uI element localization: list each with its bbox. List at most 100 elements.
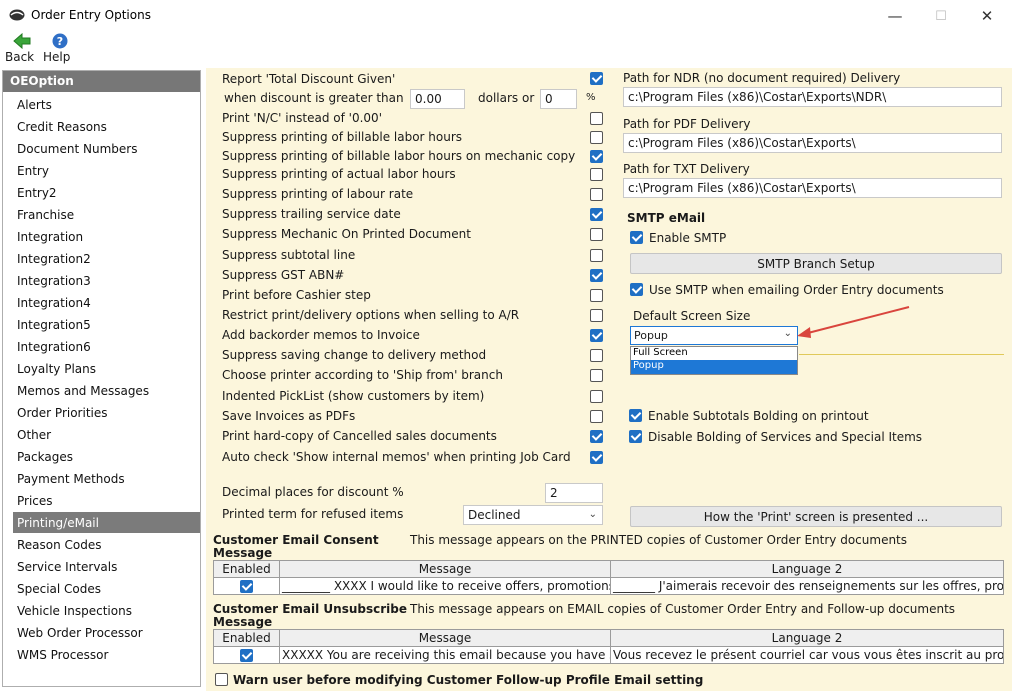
option-label: Print hard-copy of Cancelled sales docum… [222,429,497,443]
sidebar-item[interactable]: Entry [3,160,200,181]
annotation-arrow-icon [797,306,910,338]
consent-message-table: Enabled Message Language 2 ________ XXXX… [213,560,1004,595]
report-discount-checkbox[interactable] [590,72,603,85]
screen-size-value: Popup [634,329,668,342]
option-checkbox[interactable] [590,131,603,144]
subtotals-bolding-checkbox[interactable] [629,409,642,422]
sidebar-item[interactable]: Franchise [3,204,200,225]
ndr-path-input[interactable]: c:\Program Files (x86)\Costar\Exports\ND… [623,87,1002,107]
option-checkbox[interactable] [590,451,603,464]
smtp-branch-setup-button[interactable]: SMTP Branch Setup [630,253,1002,274]
option-checkbox[interactable] [590,208,603,221]
option-checkbox[interactable] [590,430,603,443]
sidebar-item[interactable]: Integration [3,226,200,247]
screen-size-option-full[interactable]: Full Screen [631,347,797,360]
unsubscribe-enabled-checkbox[interactable] [240,649,253,662]
refused-term-value: Declined [468,508,521,522]
option-checkbox[interactable] [590,329,603,342]
sidebar-item[interactable]: Prices [3,490,200,511]
option-checkbox[interactable] [590,390,603,403]
sidebar-item[interactable]: Memos and Messages [3,380,200,401]
divider [799,354,1004,355]
enable-smtp-label: Enable SMTP [649,231,727,245]
sidebar-item[interactable]: Printing/eMail [13,512,200,533]
sidebar-item[interactable]: Other [3,424,200,445]
sidebar-item[interactable]: Credit Reasons [3,116,200,137]
sidebar-item[interactable]: Order Priorities [3,402,200,423]
close-button[interactable]: ✕ [964,2,1010,30]
sidebar-item[interactable]: Integration3 [3,270,200,291]
use-smtp-checkbox[interactable] [630,283,643,296]
sidebar-item[interactable]: WMS Processor [3,644,200,665]
refused-term-select[interactable]: Declined ⌄ [463,505,603,525]
sidebar-item[interactable]: Special Codes [3,578,200,599]
sidebar-item[interactable]: Integration6 [3,336,200,357]
option-checkbox[interactable] [590,269,603,282]
language2-cell[interactable]: _______ J'aimerais recevoir des renseign… [610,577,1004,595]
option-checkbox[interactable] [590,188,603,201]
sidebar-item[interactable]: Entry2 [3,182,200,203]
option-label: Indented PickList (show customers by ite… [222,389,485,403]
services-bolding-checkbox[interactable] [629,430,642,443]
language2-column-header: Language 2 [610,629,1004,647]
option-checkbox[interactable] [590,249,603,262]
print-screen-presentation-button[interactable]: How the 'Print' screen is presented ... [630,506,1002,527]
option-checkbox[interactable] [590,309,603,322]
message-cell[interactable]: XXXXX You are receiving this email becau… [279,646,611,664]
use-smtp-label: Use SMTP when emailing Order Entry docum… [649,283,944,297]
decimal-places-input[interactable]: 2 [545,483,603,503]
when-discount-label: when discount is greater than [224,91,404,105]
option-checkbox[interactable] [590,112,603,125]
option-checkbox[interactable] [590,150,603,163]
sidebar-item[interactable]: Integration4 [3,292,200,313]
maximize-button[interactable]: ☐ [918,2,964,30]
back-label: Back [5,50,35,64]
table-row[interactable]: ________ XXXX I would like to receive of… [213,577,1004,595]
sidebar-item[interactable]: Alerts [3,94,200,115]
decimal-places-label: Decimal places for discount % [222,485,404,499]
table-row[interactable]: XXXXX You are receiving this email becau… [213,646,1004,664]
sidebar-item[interactable]: Document Numbers [3,138,200,159]
back-button[interactable]: Back [5,32,39,66]
option-label: Add backorder memos to Invoice [222,328,420,342]
option-checkbox[interactable] [590,228,603,241]
sidebar-item[interactable]: Reason Codes [3,534,200,555]
option-checkbox[interactable] [590,349,603,362]
sidebar-item[interactable]: Payment Methods [3,468,200,489]
warn-follow-up-checkbox[interactable] [215,673,228,686]
pdf-path-input[interactable]: c:\Program Files (x86)\Costar\Exports\ [623,133,1002,153]
enabled-cell[interactable] [213,577,280,595]
enabled-cell[interactable] [213,646,280,664]
report-discount-label: Report 'Total Discount Given' [222,72,396,86]
option-checkbox[interactable] [590,289,603,302]
sidebar-item[interactable]: Packages [3,446,200,467]
message-column-header: Message [279,560,611,578]
option-checkbox[interactable] [590,369,603,382]
sidebar-item[interactable]: Loyalty Plans [3,358,200,379]
consent-title: Customer Email Consent [213,533,379,547]
option-checkbox[interactable] [590,410,603,423]
sidebar-item[interactable]: Web Order Processor [3,622,200,643]
consent-enabled-checkbox[interactable] [240,580,253,593]
back-arrow-icon [13,33,31,49]
smtp-section-label: SMTP eMail [627,211,706,225]
discount-amount-input[interactable]: 0.00 [410,89,465,109]
message-cell[interactable]: ________ XXXX I would like to receive of… [279,577,611,595]
sidebar-item[interactable]: Integration5 [3,314,200,335]
minimize-button[interactable]: — [872,2,918,30]
screen-size-option-popup[interactable]: Popup [631,360,797,374]
option-label: Save Invoices as PDFs [222,409,356,423]
discount-percent-input[interactable]: 0 [540,89,577,109]
sidebar-item[interactable]: Vehicle Inspections [3,600,200,621]
sidebar-item[interactable]: Service Intervals [3,556,200,577]
option-checkbox[interactable] [590,168,603,181]
sidebar-item[interactable]: Integration2 [3,248,200,269]
screen-size-select[interactable]: Popup ⌄ [630,326,798,345]
language2-column-header: Language 2 [610,560,1004,578]
option-label: Suppress printing of billable labor hour… [222,130,463,144]
enabled-column-header: Enabled [213,629,280,647]
language2-cell[interactable]: Vous recevez le présent courriel car vou… [610,646,1004,664]
txt-path-input[interactable]: c:\Program Files (x86)\Costar\Exports\ [623,178,1002,198]
enable-smtp-checkbox[interactable] [630,231,643,244]
help-button[interactable]: ? Help [43,32,77,66]
